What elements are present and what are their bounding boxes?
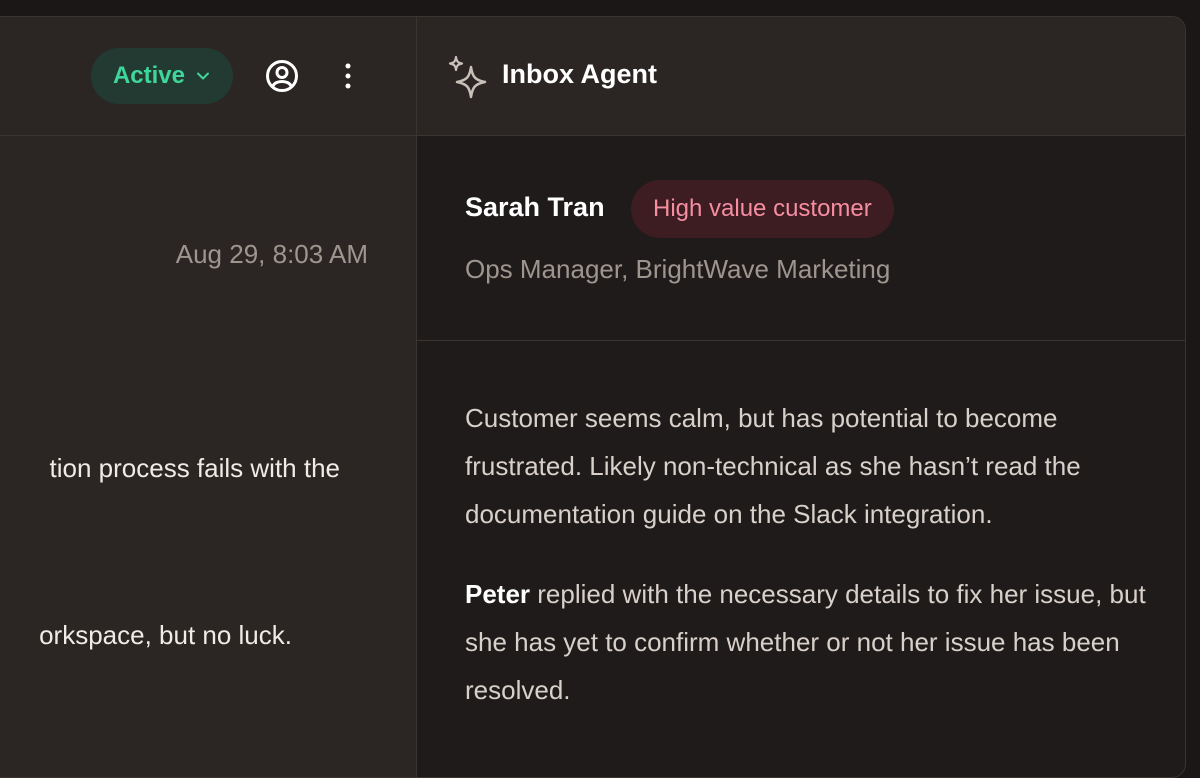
status-label: Active [112,62,186,89]
message-text-line: tion process fails with the [49,453,340,483]
message-text-line: orkspace, but no luck. [39,620,292,650]
summary-paragraph: Peter replied with the necessary details… [465,570,1155,714]
customer-value-badge: High value customer [631,180,894,238]
agent-summary: Customer seems calm, but has potential t… [465,394,1155,746]
user-circle-icon[interactable] [265,59,299,93]
customer-info: Sarah Tran High value customer Ops Manag… [417,136,1185,341]
message-timestamp: Aug 29, 8:03 AM [175,239,368,269]
agent-mention: Peter [465,579,531,609]
summary-text: replied with the necessary details to fi… [465,579,1146,705]
chevron-down-icon [197,72,210,80]
conversation-header: Active [0,17,416,136]
customer-name: Sarah Tran [465,192,605,222]
agent-title: Inbox Agent [502,59,657,89]
summary-paragraph: Customer seems calm, but has potential t… [465,403,1081,529]
more-vertical-icon[interactable] [341,61,355,91]
conversation-pane: Active Aug 29, 8:03 AM tion process fail… [0,17,416,777]
agent-header: Inbox Agent [417,17,1185,136]
status-dropdown[interactable]: Active [91,48,233,104]
customer-role: Ops Manager, BrightWave Marketing [465,254,891,284]
sparkle-icon [448,55,487,99]
app-window: Active Aug 29, 8:03 AM tion process fail… [0,16,1186,778]
agent-panel: Inbox Agent Sarah Tran High value custom… [417,17,1185,777]
